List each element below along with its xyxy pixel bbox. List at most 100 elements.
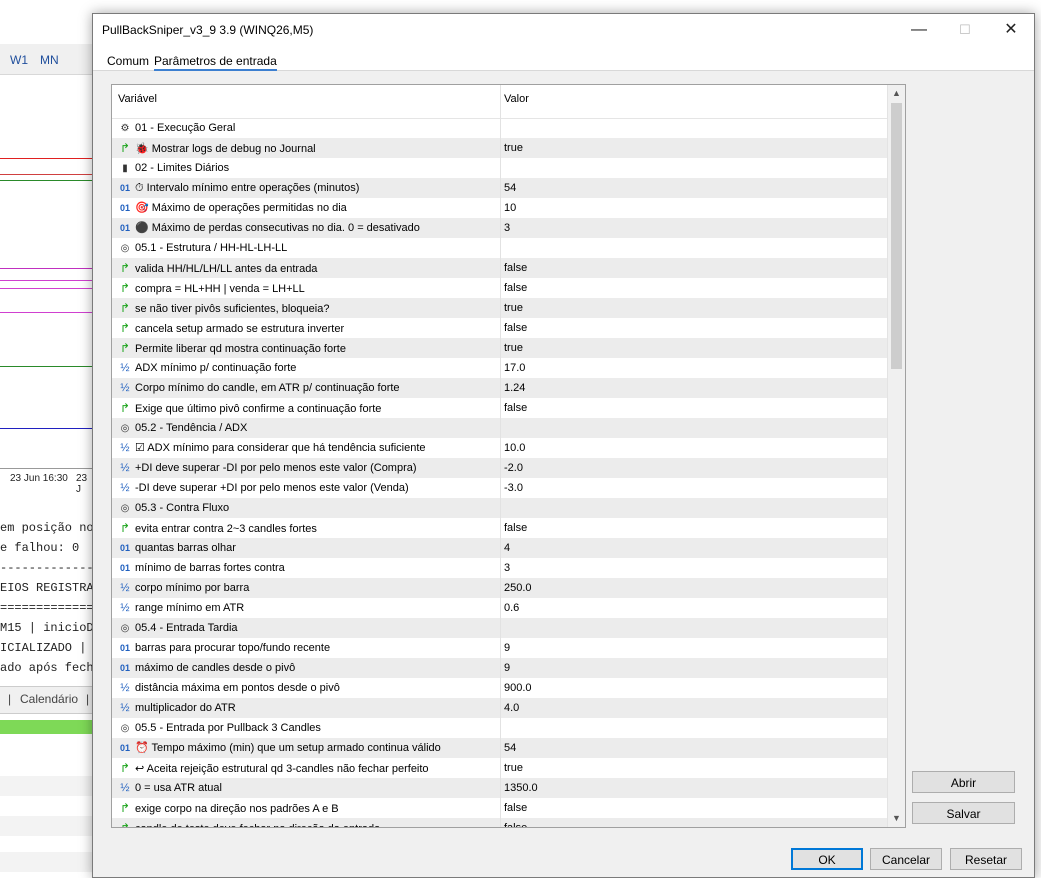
- parameter-value-cell[interactable]: 250.0: [504, 578, 884, 598]
- parameter-row[interactable]: 01 quantas barras olhar 4: [112, 538, 887, 558]
- parameter-value-cell[interactable]: 0.6: [504, 598, 884, 618]
- parameter-row[interactable]: ↱ cancela setup armado se estrutura inver…: [112, 318, 887, 338]
- parameter-row[interactable]: ↱ Permite liberar qd mostra continuação f…: [112, 338, 887, 358]
- parameter-value-cell[interactable]: 1.24: [504, 378, 884, 398]
- parameter-value-cell[interactable]: -2.0: [504, 458, 884, 478]
- cancel-button[interactable]: Cancelar: [870, 848, 942, 870]
- parameter-value-cell[interactable]: 4: [504, 538, 884, 558]
- maximize-button: ☐: [959, 22, 971, 37]
- reset-button[interactable]: Resetar: [950, 848, 1022, 870]
- parameter-row[interactable]: ½ corpo mínimo por barra 250.0: [112, 578, 887, 598]
- parameter-value-cell[interactable]: 54: [504, 738, 884, 758]
- parameter-value-cell[interactable]: false: [504, 518, 884, 538]
- parameter-value-cell[interactable]: false: [504, 818, 884, 827]
- parameter-value-cell[interactable]: -3.0: [504, 478, 884, 498]
- parameter-row[interactable]: ↱ ↩ Aceita rejeição estrutural qd 3-candl…: [112, 758, 887, 778]
- parameter-row[interactable]: ◎ 05.4 - Entrada Tardia: [112, 618, 887, 638]
- grid-scrollbar[interactable]: ▲ ▼: [887, 85, 905, 827]
- parameter-value-cell[interactable]: 9: [504, 658, 884, 678]
- parameter-value-cell[interactable]: 9: [504, 638, 884, 658]
- parameter-value-cell[interactable]: false: [504, 258, 884, 278]
- parameter-row[interactable]: ½ +DI deve superar -DI por pelo menos est…: [112, 458, 887, 478]
- parameter-label: 05.2 - Tendência / ADX: [135, 422, 248, 434]
- parameter-row[interactable]: ⚙ 01 - Execução Geral: [112, 118, 887, 138]
- parameter-row[interactable]: ½ Corpo mínimo do candle, em ATR p/ conti…: [112, 378, 887, 398]
- parameter-row[interactable]: ↱ 🐞 Mostrar logs de debug no Journal true: [112, 138, 887, 158]
- parameter-row[interactable]: ↱ se não tiver pivôs suficientes, bloquei…: [112, 298, 887, 318]
- parameter-row[interactable]: ◎ 05.2 - Tendência / ADX: [112, 418, 887, 438]
- parameter-value-cell[interactable]: true: [504, 758, 884, 778]
- parameter-value-cell[interactable]: false: [504, 318, 884, 338]
- parameter-row[interactable]: ↱ candle de teste deve fechar na direção …: [112, 818, 887, 827]
- parameter-row[interactable]: ↱ compra = HL+HH | venda = LH+LL false: [112, 278, 887, 298]
- parameter-value-cell[interactable]: false: [504, 798, 884, 818]
- journal-line: ==============: [0, 601, 93, 615]
- scroll-up-icon[interactable]: ▲: [888, 85, 905, 102]
- parameter-row[interactable]: 01 🎯 Máximo de operações permitidas no di…: [112, 198, 887, 218]
- parameter-name-cell: 01 máximo de candles desde o pivô: [118, 658, 498, 678]
- parameter-row[interactable]: 01 mínimo de barras fortes contra 3: [112, 558, 887, 578]
- scroll-down-icon[interactable]: ▼: [888, 810, 905, 827]
- parameter-row[interactable]: ½ range mínimo em ATR 0.6: [112, 598, 887, 618]
- price-chart[interactable]: [0, 76, 93, 486]
- timeframe-toolbar: W1 MN: [0, 44, 93, 75]
- parameter-name-cell: ↱ ↩ Aceita rejeição estrutural qd 3-candl…: [118, 758, 498, 779]
- parameter-row[interactable]: ↱ Exige que último pivô confirme a contin…: [112, 398, 887, 418]
- tab-comum[interactable]: Comum: [107, 54, 149, 68]
- parameter-label: +DI deve superar -DI por pelo menos este…: [135, 462, 417, 474]
- parameter-value-cell[interactable]: 1350.0: [504, 778, 884, 798]
- parameter-row[interactable]: 01 barras para procurar topo/fundo recent…: [112, 638, 887, 658]
- parameter-value-cell[interactable]: true: [504, 298, 884, 318]
- column-header-value[interactable]: Valor: [504, 93, 529, 105]
- parameter-value-cell[interactable]: 3: [504, 218, 884, 238]
- tab-parametros-de-entrada[interactable]: Parâmetros de entrada: [154, 54, 277, 71]
- close-button[interactable]: ✕: [988, 14, 1034, 46]
- parameter-label: 05.3 - Contra Fluxo: [135, 502, 230, 514]
- parameter-value-cell[interactable]: false: [504, 398, 884, 418]
- parameter-value-cell[interactable]: true: [504, 338, 884, 358]
- parameter-name-cell: 01 🎯 Máximo de operações permitidas no di…: [118, 198, 498, 218]
- parameter-label: 05.1 - Estrutura / HH-HL-LH-LL: [135, 242, 288, 254]
- parameter-value-cell[interactable]: 17.0: [504, 358, 884, 378]
- ok-button[interactable]: OK: [791, 848, 863, 870]
- open-button[interactable]: Abrir: [912, 771, 1015, 793]
- parameter-row[interactable]: ↱ exige corpo na direção nos padrões A e …: [112, 798, 887, 818]
- level-line: [0, 180, 93, 181]
- parameter-row[interactable]: 01 ⚫ Máximo de perdas consecutivas no dia…: [112, 218, 887, 238]
- tab-calendar[interactable]: Calendário: [20, 692, 78, 706]
- parameter-row[interactable]: 01 ⏱ Intervalo mínimo entre operações (mi…: [112, 178, 887, 198]
- save-button[interactable]: Salvar: [912, 802, 1015, 824]
- parameter-row[interactable]: ½ multiplicador do ATR 4.0: [112, 698, 887, 718]
- minimize-button[interactable]: —: [896, 14, 942, 46]
- timeframe-w1[interactable]: W1: [10, 53, 28, 67]
- double-icon: ½: [120, 462, 130, 474]
- parameter-row[interactable]: ◎ 05.5 - Entrada por Pullback 3 Candles: [112, 718, 887, 738]
- parameter-value-cell[interactable]: 10.0: [504, 438, 884, 458]
- dialog-titlebar[interactable]: PullBackSniper_v3_9 3.9 (WINQ26,M5) — ☐ …: [93, 14, 1034, 46]
- parameter-row[interactable]: ◎ 05.1 - Estrutura / HH-HL-LH-LL: [112, 238, 887, 258]
- parameter-value-cell[interactable]: false: [504, 278, 884, 298]
- column-header-variable[interactable]: Variável: [118, 93, 157, 105]
- parameter-name-cell: 01 quantas barras olhar: [118, 538, 498, 558]
- parameter-row[interactable]: ½ 0 = usa ATR atual 1350.0: [112, 778, 887, 798]
- parameter-value-cell[interactable]: 10: [504, 198, 884, 218]
- parameter-label: cancela setup armado se estrutura invert…: [135, 323, 345, 335]
- timeframe-mn[interactable]: MN: [40, 53, 59, 67]
- parameter-row[interactable]: ↱ valida HH/HL/LH/LL antes da entrada fals…: [112, 258, 887, 278]
- parameter-value-cell[interactable]: 3: [504, 558, 884, 578]
- parameter-value-cell[interactable]: true: [504, 138, 884, 158]
- parameter-value-cell[interactable]: 900.0: [504, 678, 884, 698]
- parameter-row[interactable]: ↱ evita entrar contra 2~3 candles fortes f…: [112, 518, 887, 538]
- parameter-row[interactable]: ½ ADX mínimo p/ continuação forte 17.0: [112, 358, 887, 378]
- parameter-row[interactable]: ½ distância máxima em pontos desde o pivô…: [112, 678, 887, 698]
- parameter-row[interactable]: ½ -DI deve superar +DI por pelo menos est…: [112, 478, 887, 498]
- parameter-value-cell[interactable]: 54: [504, 178, 884, 198]
- journal-log: em posição no e falhou: 0 --------------…: [0, 518, 93, 678]
- parameter-row[interactable]: 01 ⏰ Tempo máximo (min) que um setup arma…: [112, 738, 887, 758]
- parameter-row[interactable]: ◎ 05.3 - Contra Fluxo: [112, 498, 887, 518]
- parameter-value-cell[interactable]: 4.0: [504, 698, 884, 718]
- parameter-row[interactable]: 01 máximo de candles desde o pivô 9: [112, 658, 887, 678]
- parameter-row[interactable]: ½ ☑ ADX mínimo para considerar que há ten…: [112, 438, 887, 458]
- scrollbar-thumb[interactable]: [891, 103, 902, 369]
- parameter-row[interactable]: ▮ 02 - Limites Diários: [112, 158, 887, 178]
